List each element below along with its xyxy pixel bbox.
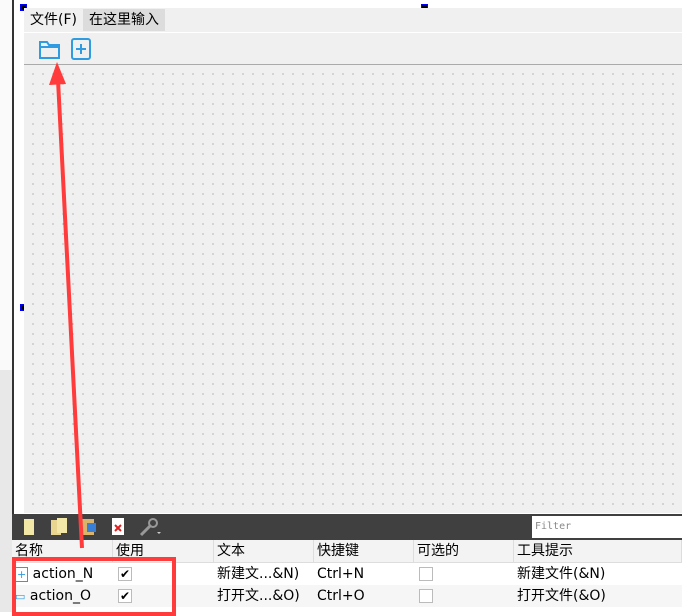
annotation-arrow (49, 62, 84, 549)
